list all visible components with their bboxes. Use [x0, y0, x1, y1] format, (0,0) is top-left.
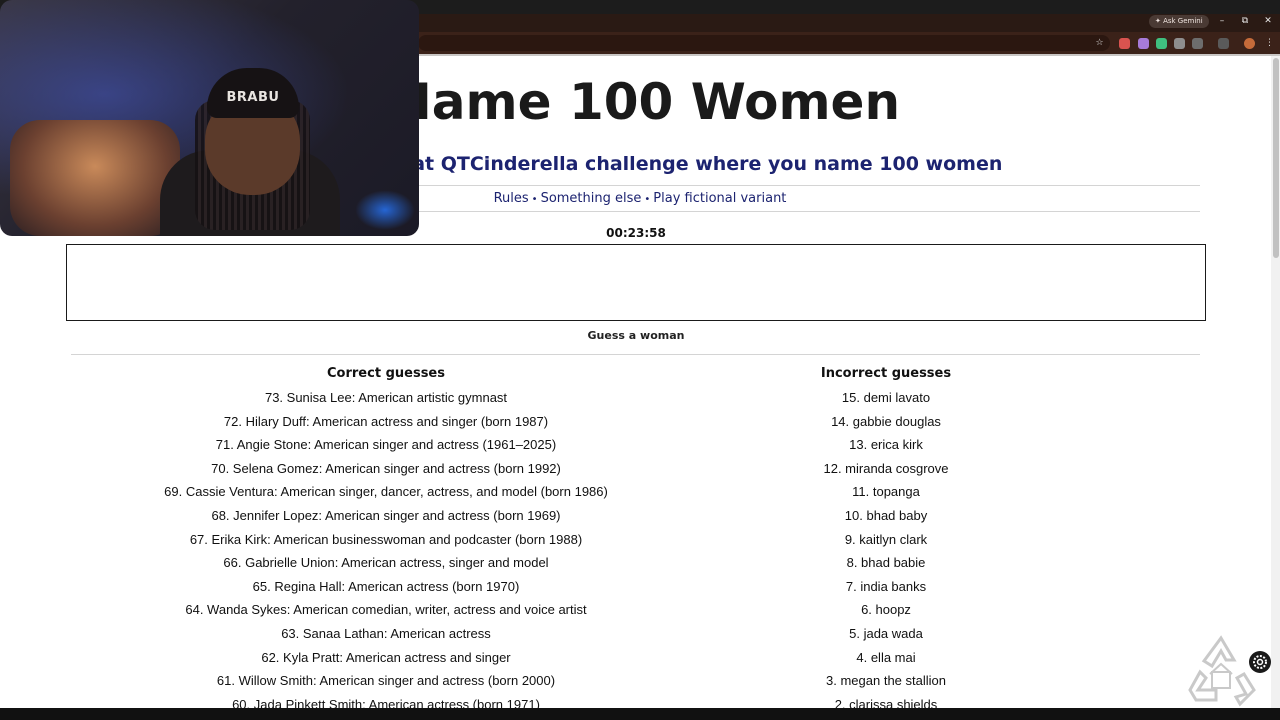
- webcam-light: [355, 190, 415, 230]
- incorrect-guess-item: 10. bhad baby: [844, 507, 928, 523]
- incorrect-guess-item: 5. jada wada: [849, 625, 923, 641]
- correct-guess-item: 68. Jennifer Lopez: American singer and …: [211, 507, 561, 523]
- webcam-overlay: BRABU: [0, 0, 419, 236]
- extension-icon[interactable]: [1156, 38, 1167, 49]
- webcam-hat-text: BRABU: [226, 90, 280, 105]
- incorrect-guess-item: 11. topanga: [852, 484, 920, 500]
- correct-guesses-list: 73. Sunisa Lee: American artistic gymnas…: [86, 386, 686, 716]
- guess-input[interactable]: [66, 244, 1206, 321]
- extension-icon[interactable]: [1138, 38, 1149, 49]
- close-window-button[interactable]: ✕: [1258, 14, 1278, 28]
- ask-gemini-label: Ask Gemini: [1163, 17, 1203, 25]
- correct-guess-item: 72. Hilary Duff: American actress and si…: [223, 413, 549, 429]
- correct-guess-item: 71. Angie Stone: American singer and act…: [215, 437, 557, 453]
- rules-link[interactable]: Rules: [494, 191, 529, 206]
- incorrect-guess-item: 12. miranda cosgrove: [823, 460, 949, 476]
- incorrect-guess-item: 7. india banks: [845, 578, 927, 594]
- nav-separator: •: [644, 194, 651, 205]
- webcam-chair: [10, 120, 180, 236]
- correct-guesses-heading: Correct guesses: [327, 366, 445, 381]
- correct-guess-item: 62. Kyla Pratt: American actress and sin…: [261, 649, 511, 665]
- minimize-button[interactable]: –: [1212, 14, 1232, 28]
- correct-guess-item: 64. Wanda Sykes: American comedian, writ…: [185, 602, 587, 618]
- recycle-watermark-icon: [1188, 635, 1256, 707]
- menu-icon[interactable]: ⋮: [1264, 38, 1275, 49]
- correct-guess-item: 73. Sunisa Lee: American artistic gymnas…: [264, 390, 508, 405]
- incorrect-guess-item: 14. gabbie douglas: [831, 413, 941, 429]
- fictional-variant-link[interactable]: Play fictional variant: [653, 191, 786, 206]
- correct-guess-item: 70. Selena Gomez: American singer and ac…: [211, 460, 561, 476]
- incorrect-guess-item: 13. erica kirk: [849, 437, 923, 453]
- extension-icon[interactable]: [1119, 38, 1130, 49]
- incorrect-guesses-heading: Incorrect guesses: [820, 366, 952, 381]
- incorrect-guess-item: 15. demi lavato: [841, 390, 931, 405]
- profile-icon[interactable]: [1244, 38, 1255, 49]
- something-else-link[interactable]: Something else: [541, 191, 642, 206]
- address-bar[interactable]: [418, 35, 1110, 51]
- divider: [71, 354, 1200, 355]
- nav-separator: •: [531, 194, 538, 205]
- guess-label: Guess a woman: [587, 329, 685, 342]
- restore-button[interactable]: ⧉: [1235, 14, 1255, 28]
- incorrect-guess-item: 6. hoopz: [861, 602, 911, 618]
- correct-guess-item: 67. Erika Kirk: American businesswoman a…: [189, 531, 583, 547]
- incorrect-guess-item: 9. kaitlyn clark: [844, 531, 928, 547]
- incorrect-guess-item: 8. bhad babie: [846, 555, 926, 571]
- incorrect-guess-item: 4. ella mai: [856, 649, 916, 665]
- ask-gemini-button[interactable]: ✦ Ask Gemini: [1149, 15, 1209, 28]
- correct-guess-item: 65. Regina Hall: American actress (born …: [252, 578, 520, 594]
- split-view-icon[interactable]: [1218, 38, 1229, 49]
- scrollbar-thumb[interactable]: [1273, 58, 1279, 258]
- correct-guess-item: 61. Willow Smith: American singer and ac…: [216, 673, 556, 689]
- correct-guess-item: 66. Gabrielle Union: American actress, s…: [223, 555, 549, 571]
- star-icon[interactable]: ☆: [1094, 38, 1105, 49]
- correct-guess-item: 63. Sanaa Lathan: American actress: [281, 625, 491, 641]
- correct-guess-item: 69. Cassie Ventura: American singer, dan…: [164, 484, 608, 500]
- bottom-bar: [0, 708, 1280, 720]
- incorrect-guesses-list: 15. demi lavato 14. gabbie douglas 13. e…: [736, 386, 1036, 716]
- incorrect-guess-item: 3. megan the stallion: [826, 673, 946, 689]
- settings-gear-icon[interactable]: [1249, 651, 1271, 673]
- extension-icon[interactable]: [1174, 38, 1185, 49]
- extensions-puzzle-icon[interactable]: [1192, 38, 1203, 49]
